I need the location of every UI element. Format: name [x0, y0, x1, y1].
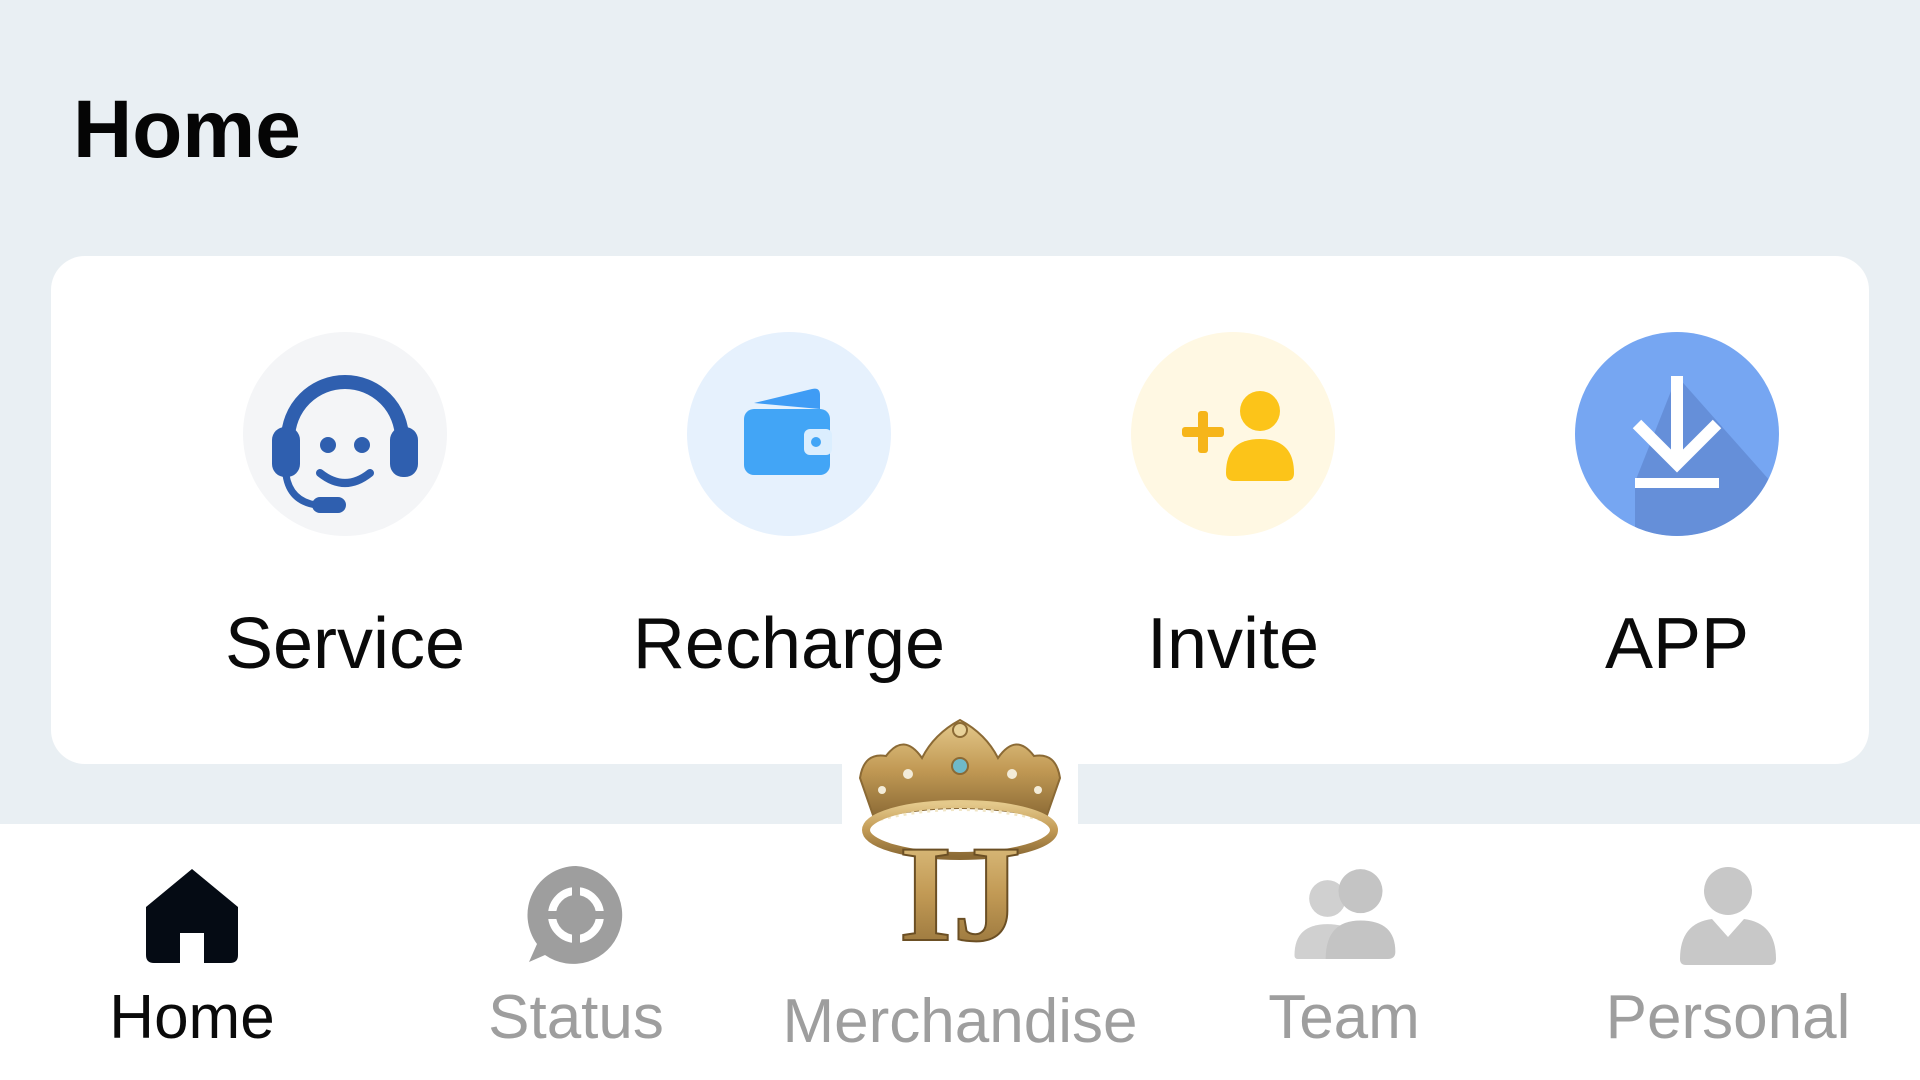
- person-icon: [1673, 860, 1783, 970]
- nav-label-personal: Personal: [1605, 983, 1851, 1052]
- headset-support-icon: [243, 332, 447, 536]
- nav-label-home: Home: [109, 983, 275, 1052]
- nav-label-status: Status: [488, 983, 664, 1052]
- crown-logo-icon: IJ: [858, 718, 1062, 971]
- wallet-icon: [687, 332, 891, 536]
- recharge-button[interactable]: Recharge: [579, 332, 999, 684]
- app-label: APP: [1604, 604, 1750, 684]
- page-title: Home: [73, 84, 301, 175]
- download-icon: [1575, 332, 1779, 536]
- quick-actions-card: Service Recharge Invite APP: [51, 256, 1869, 764]
- app-download-button[interactable]: APP: [1467, 332, 1887, 684]
- nav-label-merchandise: Merchandise: [782, 987, 1138, 1056]
- invite-button[interactable]: Invite: [1023, 332, 1443, 684]
- nav-label-team: Team: [1268, 983, 1420, 1052]
- nav-item-status[interactable]: Status: [384, 824, 768, 1080]
- crown-logo-letters: IJ: [899, 817, 1022, 970]
- team-icon: [1289, 860, 1399, 970]
- nav-item-personal[interactable]: Personal: [1536, 824, 1920, 1080]
- nav-item-merchandise[interactable]: IJ: [842, 712, 1078, 974]
- invite-label: Invite: [1146, 604, 1320, 684]
- status-chat-icon: [521, 860, 631, 970]
- service-label: Service: [224, 604, 466, 684]
- add-user-icon: [1131, 332, 1335, 536]
- recharge-label: Recharge: [632, 604, 946, 684]
- nav-item-home[interactable]: Home: [0, 824, 384, 1080]
- home-icon: [137, 860, 247, 970]
- service-button[interactable]: Service: [135, 332, 555, 684]
- nav-item-team[interactable]: Team: [1152, 824, 1536, 1080]
